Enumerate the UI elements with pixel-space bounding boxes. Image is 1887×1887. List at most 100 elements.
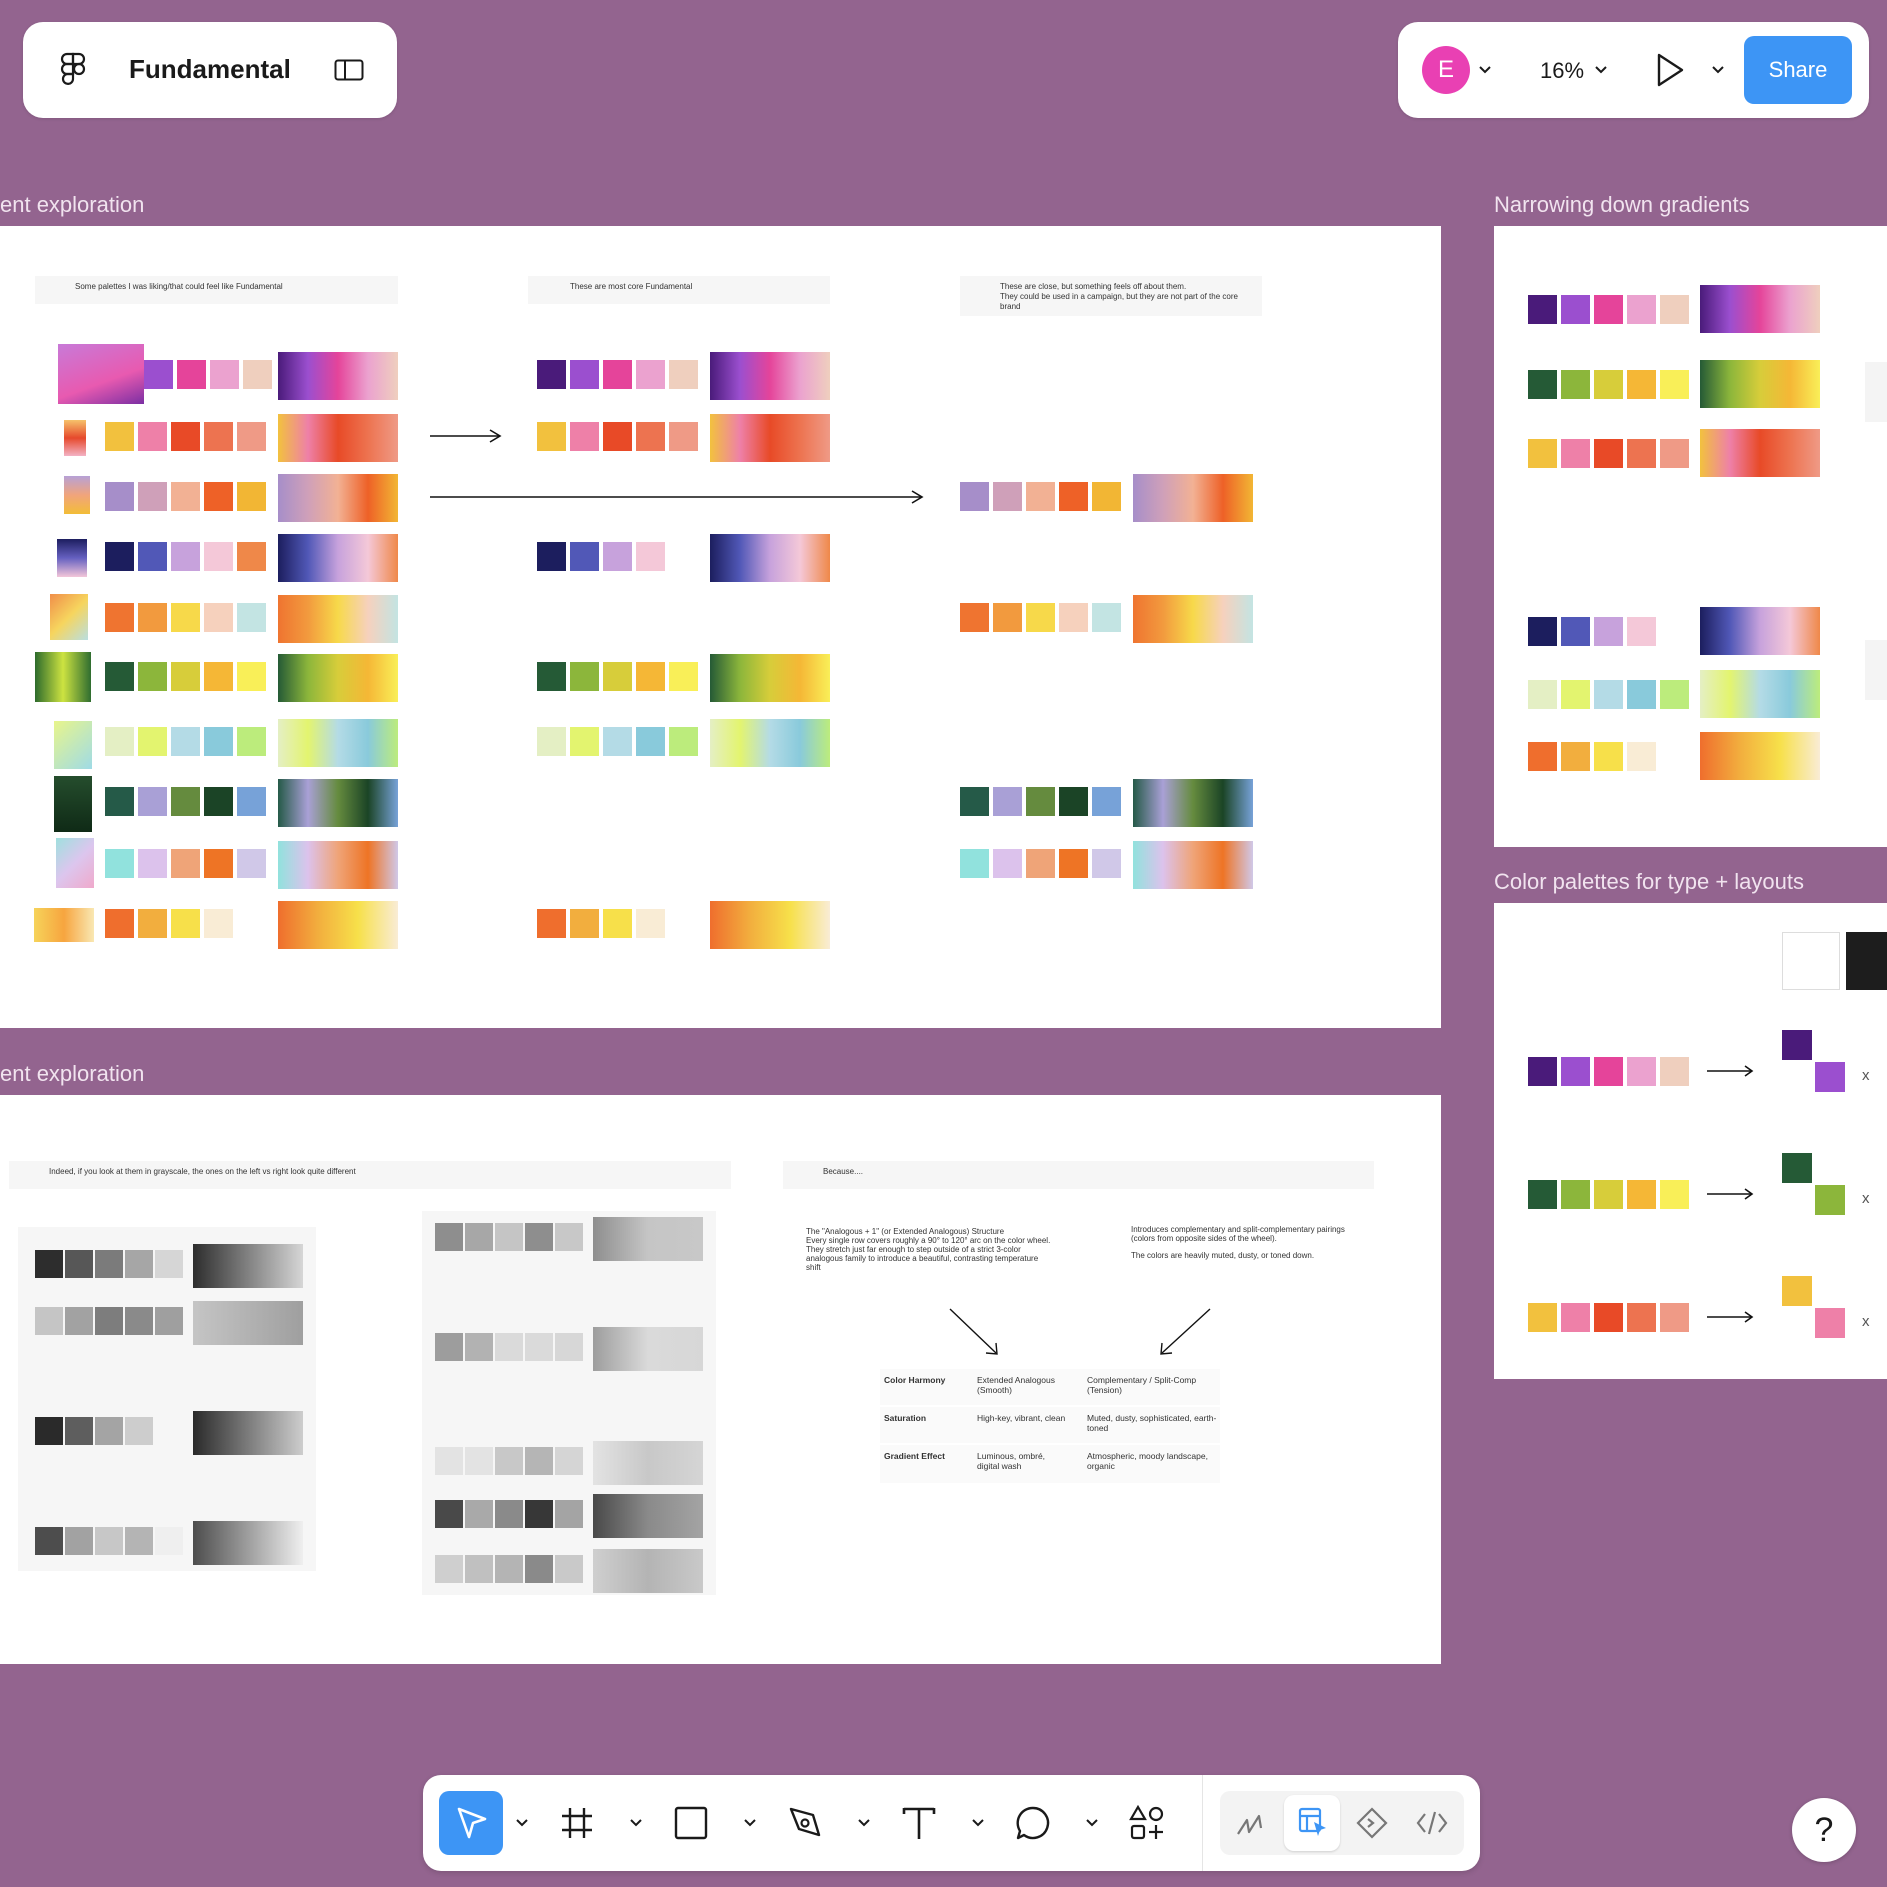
color-swatch[interactable] — [1528, 370, 1557, 399]
color-swatch[interactable] — [171, 662, 200, 691]
color-swatch[interactable] — [35, 1417, 63, 1445]
color-swatch[interactable] — [1660, 680, 1689, 709]
moodboard-thumbnail[interactable] — [54, 721, 92, 769]
file-name[interactable]: Fundamental — [129, 54, 291, 85]
gradient-bar[interactable] — [278, 654, 398, 702]
color-swatch[interactable] — [435, 1555, 463, 1583]
color-swatch[interactable] — [636, 542, 665, 571]
color-swatch[interactable] — [204, 422, 233, 451]
color-swatch[interactable] — [105, 662, 134, 691]
color-swatch[interactable] — [35, 1307, 63, 1335]
color-swatch[interactable] — [171, 909, 200, 938]
color-swatch[interactable] — [1594, 439, 1623, 468]
color-swatch[interactable] — [125, 1307, 153, 1335]
color-swatch[interactable] — [1528, 1057, 1557, 1086]
color-swatch[interactable] — [125, 1417, 153, 1445]
gradient-bar[interactable] — [193, 1301, 303, 1345]
color-swatch[interactable] — [155, 1307, 183, 1335]
frame-label-exploration-bottom[interactable]: ent exploration — [0, 1061, 144, 1087]
color-swatch[interactable] — [204, 849, 233, 878]
color-swatch[interactable] — [603, 360, 632, 389]
gradient-bar[interactable] — [193, 1244, 303, 1288]
gradient-bar[interactable] — [710, 719, 830, 767]
color-swatch[interactable] — [669, 662, 698, 691]
gradient-bar[interactable] — [1700, 360, 1820, 408]
color-swatch[interactable] — [171, 787, 200, 816]
color-swatch[interactable] — [435, 1500, 463, 1528]
color-swatch[interactable] — [1528, 439, 1557, 468]
design-mode-button[interactable] — [1284, 1795, 1340, 1851]
color-swatch[interactable] — [636, 909, 665, 938]
color-swatch[interactable] — [204, 482, 233, 511]
frame-tool-icon[interactable] — [553, 1799, 601, 1847]
color-swatch[interactable] — [1561, 1180, 1590, 1209]
color-swatch[interactable] — [465, 1500, 493, 1528]
color-swatch[interactable] — [1594, 295, 1623, 324]
color-swatch[interactable] — [465, 1223, 493, 1251]
color-swatch[interactable] — [537, 662, 566, 691]
color-swatch[interactable] — [993, 603, 1022, 632]
color-swatch[interactable] — [603, 909, 632, 938]
figma-logo-icon[interactable] — [51, 48, 95, 92]
gradient-bar[interactable] — [1133, 779, 1253, 827]
color-swatch[interactable] — [960, 603, 989, 632]
color-swatch[interactable] — [1627, 1057, 1656, 1086]
gradient-bar[interactable] — [710, 534, 830, 582]
color-swatch[interactable] — [1059, 482, 1088, 511]
color-swatch[interactable] — [465, 1333, 493, 1361]
gradient-bar[interactable] — [278, 474, 398, 522]
color-swatch[interactable] — [435, 1447, 463, 1475]
color-swatch[interactable] — [1528, 1303, 1557, 1332]
color-swatch[interactable] — [95, 1307, 123, 1335]
color-swatch[interactable] — [1627, 295, 1656, 324]
color-swatch[interactable] — [155, 1527, 183, 1555]
moodboard-thumbnail[interactable] — [35, 652, 91, 702]
gradient-bar[interactable] — [710, 352, 830, 400]
color-swatch[interactable] — [1627, 680, 1656, 709]
color-swatch[interactable] — [95, 1417, 123, 1445]
moodboard-thumbnail[interactable] — [54, 776, 92, 832]
color-swatch[interactable] — [65, 1307, 93, 1335]
gradient-bar[interactable] — [278, 719, 398, 767]
gradient-bar[interactable] — [278, 595, 398, 643]
color-swatch[interactable] — [1660, 1303, 1689, 1332]
shape-tool-chevron-icon[interactable] — [741, 1811, 759, 1835]
color-swatch[interactable] — [125, 1250, 153, 1278]
gradient-bar[interactable] — [278, 414, 398, 462]
rectangle-tool-icon[interactable] — [667, 1799, 715, 1847]
color-swatch[interactable] — [204, 787, 233, 816]
color-swatch[interactable] — [1059, 849, 1088, 878]
gradient-bar[interactable] — [193, 1521, 303, 1565]
color-swatch[interactable] — [1561, 742, 1590, 771]
gradient-bar[interactable] — [593, 1217, 703, 1261]
moodboard-thumbnail[interactable] — [64, 420, 86, 456]
color-swatch[interactable] — [138, 482, 167, 511]
help-button[interactable]: ? — [1792, 1798, 1856, 1862]
gradient-bar[interactable] — [1133, 474, 1253, 522]
gradient-bar[interactable] — [1700, 732, 1820, 780]
moodboard-thumbnail[interactable] — [64, 476, 90, 514]
gradient-bar[interactable] — [593, 1327, 703, 1371]
color-swatch[interactable] — [1059, 603, 1088, 632]
white-swatch[interactable] — [1782, 932, 1840, 990]
color-swatch[interactable] — [1594, 1180, 1623, 1209]
color-swatch[interactable] — [435, 1333, 463, 1361]
color-swatch[interactable] — [1627, 1180, 1656, 1209]
color-swatch[interactable] — [495, 1555, 523, 1583]
color-swatch[interactable] — [204, 662, 233, 691]
color-swatch[interactable] — [960, 849, 989, 878]
color-swatch[interactable] — [1594, 680, 1623, 709]
color-swatch[interactable] — [525, 1500, 553, 1528]
color-swatch[interactable] — [603, 727, 632, 756]
color-swatch[interactable] — [237, 603, 266, 632]
color-swatch[interactable] — [636, 360, 665, 389]
color-swatch[interactable] — [1561, 680, 1590, 709]
moodboard-thumbnail[interactable] — [58, 344, 144, 404]
color-swatch[interactable] — [204, 909, 233, 938]
comment-tool-chevron-icon[interactable] — [1083, 1811, 1101, 1835]
text-tool-icon[interactable] — [895, 1799, 943, 1847]
color-swatch[interactable] — [1092, 849, 1121, 878]
color-swatch[interactable] — [138, 849, 167, 878]
color-swatch[interactable] — [537, 360, 566, 389]
color-swatch[interactable] — [171, 727, 200, 756]
